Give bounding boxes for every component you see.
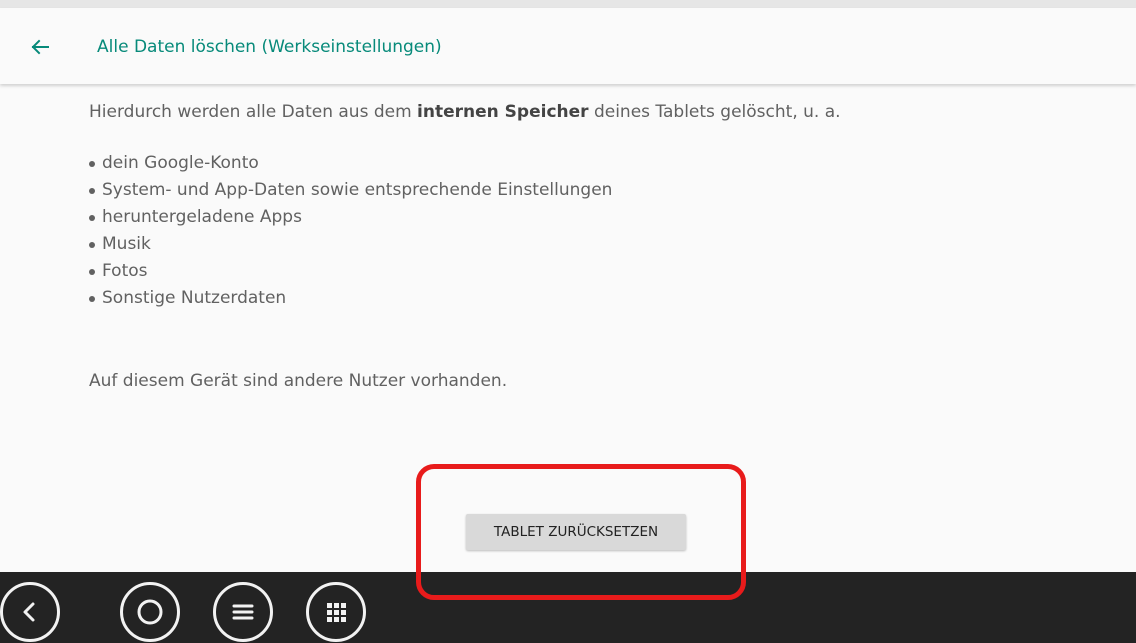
nav-back-button[interactable] [0, 582, 60, 642]
back-icon [23, 602, 35, 622]
other-users-note: Auf diesem Gerät sind andere Nutzer vorh… [89, 371, 508, 391]
list-item: dein Google-Konto [89, 150, 612, 177]
intro-text-bold: internen Speicher [417, 102, 589, 122]
data-list: dein Google-Konto System- und App-Daten … [89, 150, 612, 312]
navigation-bar [0, 572, 1136, 643]
list-item: System- und App-Daten sowie entsprechend… [89, 177, 612, 204]
intro-text: Hierdurch werden alle Daten aus dem inte… [89, 100, 841, 124]
intro-text-start: Hierdurch werden alle Daten aus dem [89, 102, 418, 122]
apps-grid-icon [327, 603, 346, 622]
nav-home-button[interactable] [120, 582, 180, 642]
status-strip [0, 0, 1136, 8]
list-item: heruntergeladene Apps [89, 204, 612, 231]
reset-tablet-button[interactable]: TABLET ZURÜCKSETZEN [466, 514, 686, 550]
page-title: Alle Daten löschen (Werkseinstellungen) [97, 37, 442, 57]
nav-apps-button[interactable] [306, 582, 366, 642]
list-item: Fotos [89, 258, 612, 285]
back-arrow-icon[interactable] [28, 35, 52, 59]
app-bar: Alle Daten löschen (Werkseinstellungen) [0, 8, 1136, 84]
list-item: Sonstige Nutzerdaten [89, 285, 612, 312]
menu-icon [232, 604, 254, 620]
nav-menu-button[interactable] [213, 582, 273, 642]
list-item: Musik [89, 231, 612, 258]
home-icon [137, 599, 163, 625]
intro-text-end: deines Tablets gelöscht, u. a. [588, 102, 841, 122]
content-area: Hierdurch werden alle Daten aus dem inte… [0, 84, 1136, 572]
